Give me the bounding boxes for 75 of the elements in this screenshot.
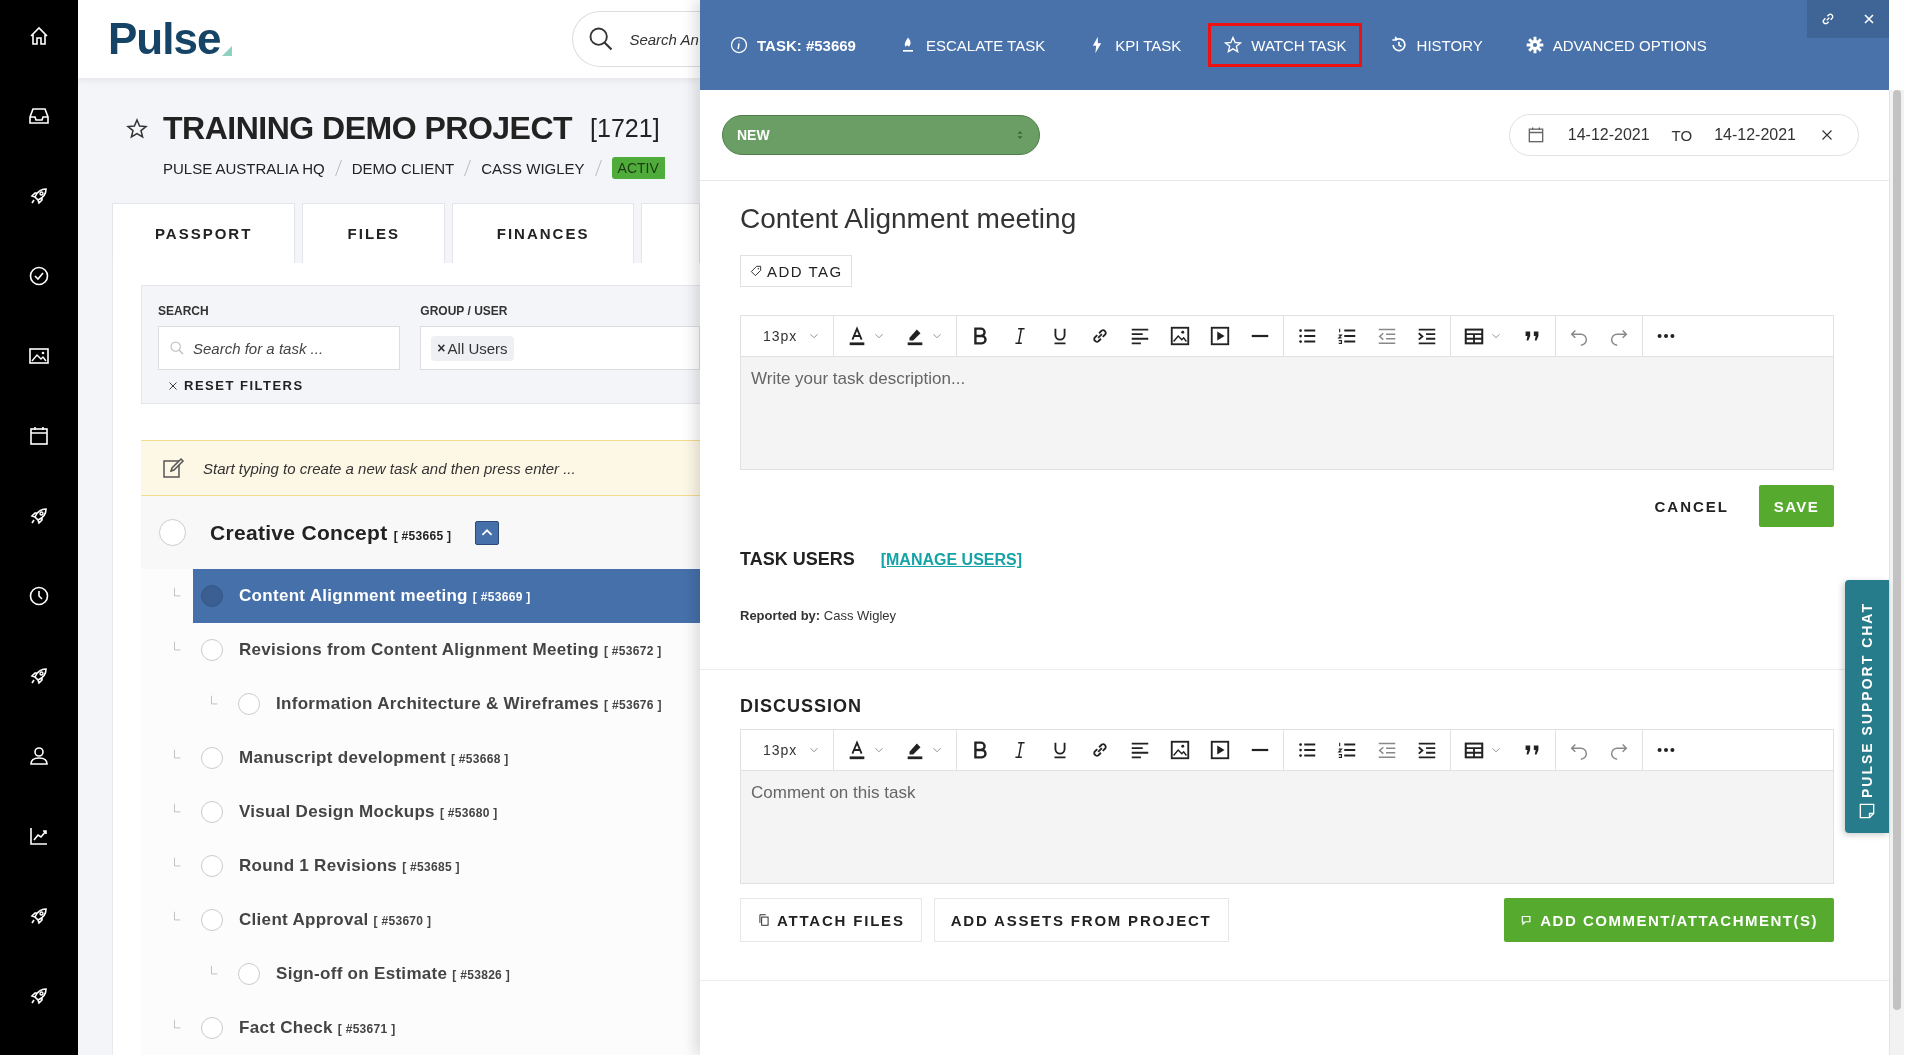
font-size-select[interactable]: 13px (753, 328, 822, 344)
cancel-button[interactable]: CANCEL (1654, 497, 1729, 515)
task-name: Revisions from Content Alignment Meeting [ #53672 ] (239, 640, 662, 660)
image-icon[interactable] (1169, 739, 1192, 761)
scrollbar[interactable] (1889, 90, 1904, 1055)
task-title[interactable]: Content Alignment meeting (740, 203, 1834, 235)
project-number: [1721] (590, 114, 660, 143)
status-badge: ACTIV (611, 157, 665, 179)
task-name: Round 1 Revisions [ #53685 ] (239, 856, 460, 876)
task-checkbox[interactable] (201, 585, 223, 607)
add-tag-button[interactable]: ADD TAG (740, 255, 852, 287)
comment-editor[interactable]: Comment on this task (741, 771, 1833, 883)
task-item[interactable]: Manuscript development [ #53668 ] (193, 731, 700, 785)
task-search-field[interactable]: Search for a task ... (158, 326, 401, 370)
logo[interactable]: Pulse (108, 14, 233, 64)
task-item[interactable]: Visual Design Mockups [ #53680 ] (193, 785, 700, 839)
description-editor[interactable]: Write your task description... (741, 357, 1833, 469)
header-action[interactable]: ESCALATE TASK (882, 23, 1061, 67)
task-name: Fact Check [ #53671 ] (239, 1018, 396, 1038)
task-name: Visual Design Mockups [ #53680 ] (239, 802, 498, 822)
new-task-field[interactable]: Start typing to create a new task and then press enter ... (141, 440, 700, 496)
date-separator: TO (1671, 126, 1693, 144)
task-name: Information Architecture & Wireframes [ #53676 ] (276, 694, 662, 714)
breadcrumb-link[interactable]: CASS WIGLEY (481, 159, 585, 177)
link-icon[interactable] (1819, 11, 1836, 27)
image-icon[interactable] (1169, 325, 1192, 347)
task-name: Content Alignment meeting [ #53669 ] (239, 586, 531, 606)
tag-icon (749, 264, 763, 278)
edit-icon (161, 456, 185, 480)
attach-files-button[interactable]: ATTACH FILES (740, 898, 922, 942)
task-item[interactable]: Information Architecture & Wireframes [ #53676 ] (230, 677, 700, 731)
star-icon (1223, 35, 1244, 55)
add-assets-button[interactable]: ADD ASSETS FROM PROJECT (933, 898, 1229, 942)
search-icon (169, 340, 185, 356)
info-icon (729, 35, 749, 55)
reset-filters-button[interactable]: RESET FILTERS (166, 378, 304, 393)
section-heading: DISCUSSION (740, 696, 864, 717)
task-item[interactable]: Sign-off on Estimate [ #53826 ] (230, 947, 700, 1001)
filter-label: SEARCH (158, 304, 210, 318)
video-icon[interactable] (1209, 325, 1232, 347)
task-item[interactable]: Content Alignment meeting [ #53669 ] (193, 569, 700, 623)
project-title: TRAINING DEMO PROJECT (163, 110, 573, 147)
note-icon (1857, 801, 1877, 821)
task-item[interactable]: Round 1 Revisions [ #53685 ] (193, 839, 700, 893)
copy-icon (757, 913, 771, 927)
end-date: 14-12-2021 (1714, 126, 1796, 144)
user-chip[interactable]: ×All Users (431, 335, 514, 361)
task-name: Client Approval [ #53670 ] (239, 910, 432, 930)
font-size-select[interactable]: 13px (753, 742, 822, 758)
header-action[interactable]: ADVANCED OPTIONS (1509, 23, 1722, 67)
task-item[interactable]: Client Approval [ #53670 ] (193, 893, 700, 947)
star-icon[interactable] (125, 116, 149, 141)
task-name: Sign-off on Estimate [ #53826 ] (276, 964, 510, 984)
filter-label: GROUP / USER (420, 304, 509, 318)
gear-icon (1524, 35, 1545, 55)
group-user-field[interactable]: ×All Users (420, 326, 700, 370)
reported-by: Reported by: Cass Wigley (740, 608, 898, 623)
header-action[interactable]: KPI TASK (1072, 23, 1197, 67)
tab[interactable]: FILES (302, 203, 446, 263)
collapse-icon[interactable] (475, 520, 500, 545)
start-date: 14-12-2021 (1567, 126, 1650, 144)
breadcrumb-link[interactable]: PULSE AUSTRALIA HQ (163, 159, 325, 177)
tab[interactable]: FINANCES (452, 203, 634, 263)
breadcrumb-link[interactable]: DEMO CLIENT (351, 159, 455, 177)
video-icon[interactable] (1209, 739, 1232, 761)
task-name: Manuscript development [ #53668 ] (239, 748, 509, 768)
task-item[interactable]: Revisions from Content Alignment Meeting [ #53672 ] (193, 623, 700, 677)
header-action[interactable]: HISTORY (1373, 23, 1498, 67)
task-name: Creative Concept [ #53665 ] (210, 520, 452, 545)
tab[interactable]: PASSPORT (112, 203, 296, 263)
header-action[interactable]: WATCH TASK (1208, 23, 1362, 67)
support-chat-tab[interactable]: PULSE SUPPORT CHAT (1845, 580, 1889, 833)
task-item[interactable]: Fact Check [ #53671 ] (193, 1001, 700, 1055)
section-heading: TASK USERS (740, 549, 855, 570)
task-id-button[interactable]: TASK: #53669 (714, 23, 871, 67)
